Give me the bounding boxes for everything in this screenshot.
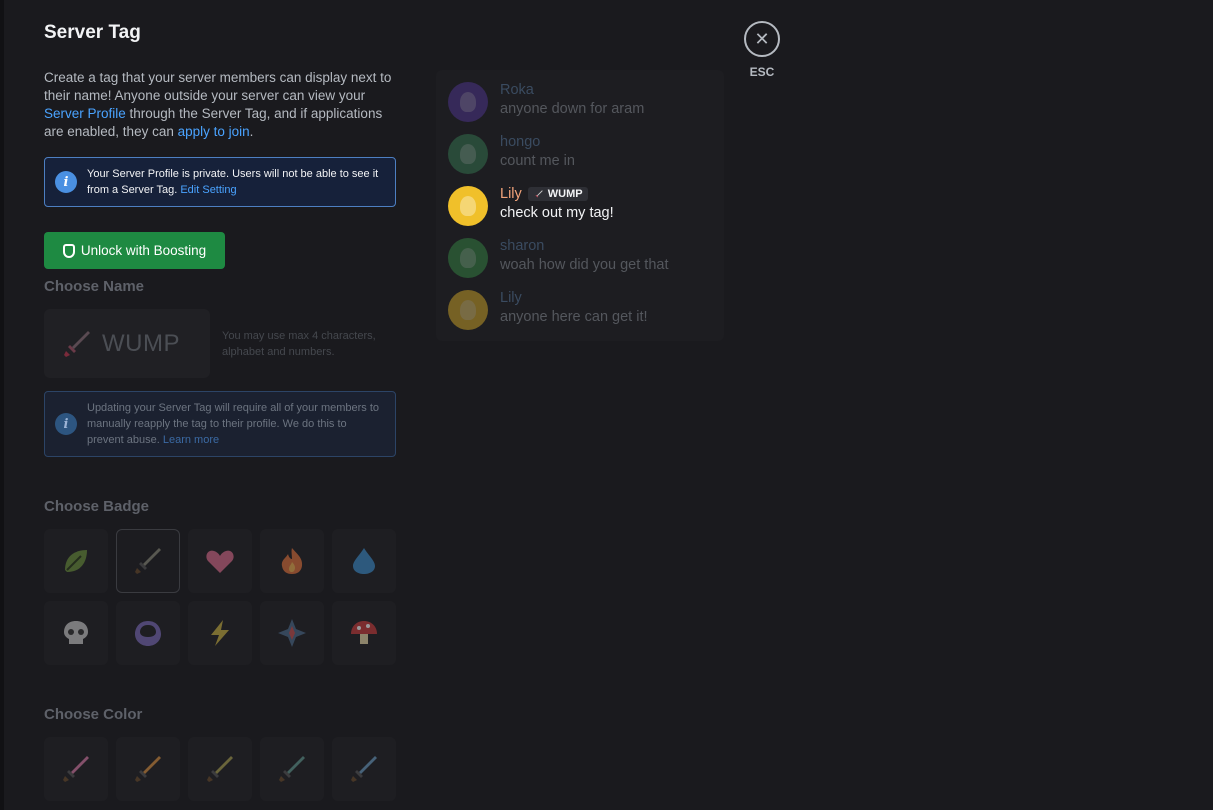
sword-olive-icon — [207, 756, 233, 782]
sword-pink-icon — [63, 756, 89, 782]
private-profile-notice: i Your Server Profile is private. Users … — [44, 157, 396, 207]
sword-icon — [64, 330, 90, 357]
leaf-icon — [65, 550, 87, 572]
diamond-star-badge-option[interactable] — [260, 601, 324, 665]
sword-blue-icon — [351, 756, 377, 782]
window-edge — [0, 0, 4, 810]
message-author: Lily — [500, 290, 522, 306]
message-author: hongo — [500, 134, 541, 150]
heart-icon — [206, 550, 234, 573]
tag-name-input[interactable]: WUMP — [44, 309, 210, 378]
chat-message: hongo count me in — [448, 134, 575, 174]
fire-badge-option[interactable] — [260, 529, 324, 593]
lightning-icon — [211, 620, 229, 646]
apply-to-join-link[interactable]: apply to join — [178, 124, 250, 139]
leaf-badge-option[interactable] — [44, 529, 108, 593]
water-drop-badge-option[interactable] — [332, 529, 396, 593]
chat-message: sharon woah how did you get that — [448, 238, 668, 278]
choose-name-label: Choose Name — [44, 278, 145, 295]
mushroom-icon — [351, 621, 377, 644]
message-text: check out my tag! — [500, 205, 614, 221]
fire-icon — [281, 548, 303, 574]
sword-teal-badge-option[interactable] — [260, 737, 324, 801]
lightning-badge-option[interactable] — [188, 601, 252, 665]
message-text: anyone down for aram — [500, 101, 645, 117]
avatar — [448, 134, 488, 174]
avatar — [448, 82, 488, 122]
edit-setting-link[interactable]: Edit Setting — [180, 184, 236, 196]
sword-badge-option[interactable] — [116, 529, 180, 593]
skull-icon — [64, 621, 88, 644]
boost-gem-icon — [62, 243, 75, 258]
page-title: Server Tag — [44, 22, 141, 43]
sword-orange-icon — [135, 756, 161, 782]
heart-badge-option[interactable] — [188, 529, 252, 593]
name-hint: You may use max 4 characters, alphabet a… — [222, 330, 376, 358]
message-text: anyone here can get it! — [500, 309, 648, 325]
sword-icon — [535, 189, 543, 197]
avatar — [448, 238, 488, 278]
sword-icon — [135, 548, 161, 574]
info-icon: i — [55, 413, 77, 435]
message-author: Lily — [500, 186, 522, 202]
water-drop-icon — [353, 548, 375, 574]
description: Create a tag that your server members ca… — [44, 70, 392, 139]
chat-message: Roka anyone down for aram — [448, 82, 644, 122]
skull-badge-option[interactable] — [44, 601, 108, 665]
learn-more-link[interactable]: Learn more — [163, 434, 219, 446]
close-icon: ✕ — [754, 28, 770, 49]
sword-blue-badge-option[interactable] — [332, 737, 396, 801]
unlock-with-boosting-button[interactable]: Unlock with Boosting — [44, 232, 225, 269]
close-button[interactable]: ✕ — [744, 21, 780, 57]
chat-message: Lily anyone here can get it! — [448, 290, 648, 330]
server-tag-chip: WUMP — [527, 187, 588, 201]
sword-orange-badge-option[interactable] — [116, 737, 180, 801]
color-grid — [44, 737, 396, 801]
esc-label: ESC — [749, 65, 775, 79]
update-tag-notice: i Updating your Server Tag will require … — [44, 391, 396, 457]
message-author: sharon — [500, 238, 545, 254]
choose-badge-label: Choose Badge — [44, 498, 150, 515]
mushroom-badge-option[interactable] — [332, 601, 396, 665]
chat-message: Lily WUMP check out my tag! — [448, 186, 614, 226]
message-text: count me in — [500, 153, 575, 169]
message-author: Roka — [500, 82, 534, 98]
server-profile-link[interactable]: Server Profile — [44, 106, 126, 121]
chat-preview: Roka anyone down for aram hongo count me in… — [436, 70, 724, 341]
sword-olive-badge-option[interactable] — [188, 737, 252, 801]
choose-color-label: Choose Color — [44, 706, 143, 723]
moon-icon — [135, 621, 161, 646]
moon-badge-option[interactable] — [116, 601, 180, 665]
avatar — [448, 186, 488, 226]
avatar — [448, 290, 488, 330]
badge-grid — [44, 529, 396, 665]
message-text: woah how did you get that — [500, 257, 669, 273]
sword-teal-icon — [279, 756, 305, 782]
diamond-star-icon — [278, 619, 306, 647]
sword-pink-badge-option[interactable] — [44, 737, 108, 801]
info-icon: i — [55, 171, 77, 193]
